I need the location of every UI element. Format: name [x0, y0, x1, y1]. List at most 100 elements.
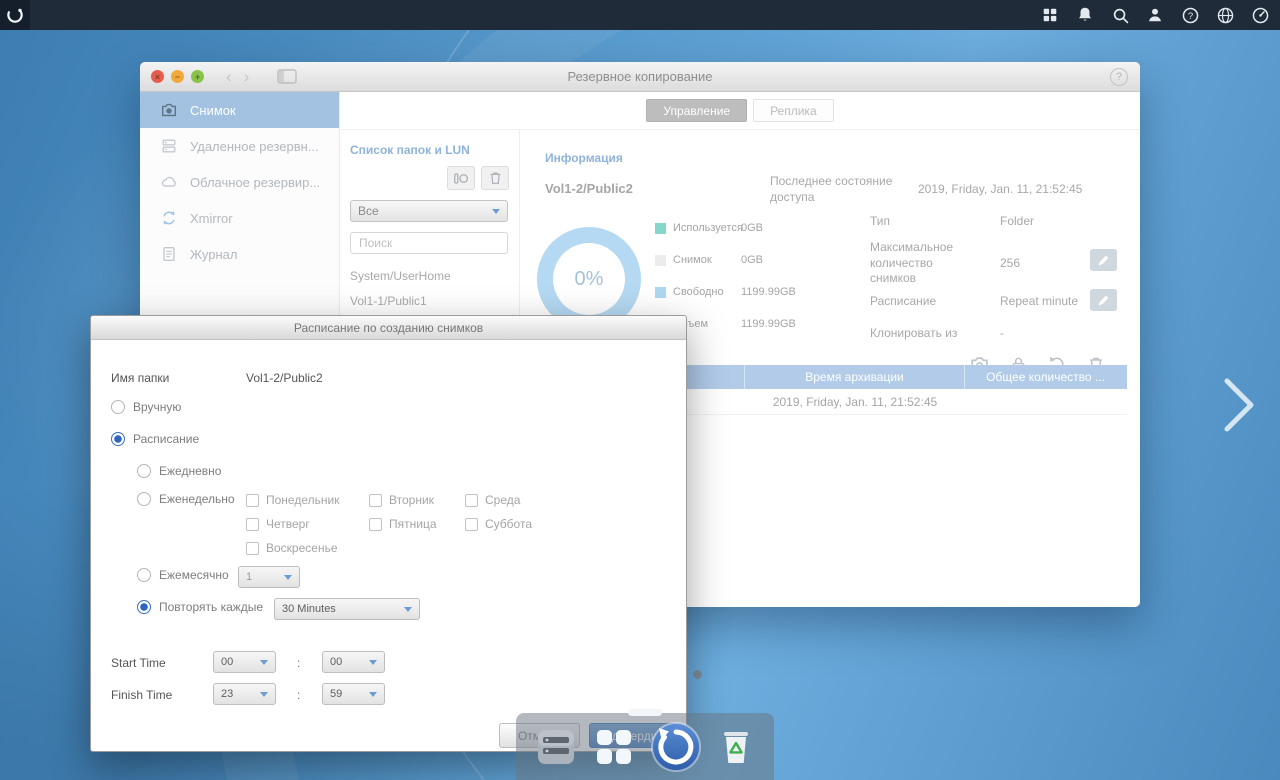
back-button[interactable]: ‹	[226, 68, 232, 85]
pencil-icon	[1098, 255, 1109, 265]
finish-time-label: Finish Time	[111, 688, 173, 702]
dialog-titlebar[interactable]: Расписание по созданию снимков	[91, 316, 686, 340]
trash-icon	[490, 172, 500, 184]
checkbox-monday[interactable]: Понедельник	[246, 493, 339, 507]
legend-swatch	[655, 254, 666, 266]
search-icon[interactable]	[1110, 5, 1130, 25]
radio-monthly[interactable]: Ежемесячно	[137, 568, 229, 582]
folder-filter-select[interactable]: Все	[350, 200, 508, 222]
sidebar-item-journal[interactable]: Журнал	[140, 236, 339, 272]
pencil-icon	[1098, 295, 1109, 305]
start-time-label: Start Time	[111, 656, 166, 670]
window-help-button[interactable]: ?	[1110, 67, 1128, 86]
time-separator: :	[297, 688, 301, 702]
sync-arrows-icon	[163, 211, 175, 225]
sidebar-item-label: Журнал	[190, 246, 238, 262]
radio-daily[interactable]: Ежедневно	[137, 464, 221, 478]
radio-weekly[interactable]: Еженедельно	[137, 492, 235, 506]
app-drawer-icon[interactable]	[592, 725, 636, 769]
minimize-button[interactable]: −	[171, 70, 184, 83]
chevron-down-icon	[404, 606, 412, 612]
radio-icon	[137, 600, 151, 614]
monthly-day-select[interactable]: 1	[238, 566, 300, 588]
close-button[interactable]: ×	[151, 70, 164, 83]
sidebar-item-remote-backup[interactable]: Удаленное резервн...	[140, 128, 339, 164]
camera-icon	[162, 103, 176, 117]
checkbox-tuesday[interactable]: Вторник	[369, 493, 434, 507]
user-icon[interactable]	[1145, 5, 1165, 25]
help-icon[interactable]: ?	[1180, 5, 1200, 25]
apps-grid-icon[interactable]	[1040, 5, 1060, 25]
donut-percent: 0%	[574, 267, 604, 290]
legend-row: Свободно 1199.99GB	[655, 286, 796, 298]
column-header[interactable]: Общее количество ...	[965, 365, 1126, 389]
language-globe-icon[interactable]	[1215, 5, 1235, 25]
folder-list-item[interactable]: System/UserHome	[340, 264, 519, 288]
radio-repeat-every[interactable]: Повторять каждые	[137, 600, 263, 614]
checkbox-icon	[369, 517, 382, 531]
tab-replica[interactable]: Реплика	[753, 99, 834, 122]
legend-swatch	[655, 222, 666, 234]
legend-swatch	[655, 286, 666, 298]
sidebar-item-cloud-backup[interactable]: Облачное резервир...	[140, 164, 339, 200]
resource-monitor-icon[interactable]	[1250, 5, 1270, 25]
delete-folder-button[interactable]	[481, 166, 509, 190]
start-hour-select[interactable]: 00	[213, 651, 276, 673]
checkbox-icon	[465, 493, 478, 507]
repeat-interval-select[interactable]: 30 Minutes	[274, 598, 420, 620]
finish-hour-select[interactable]: 23	[213, 683, 276, 705]
detail-value: Repeat minute	[1000, 294, 1079, 308]
finish-minute-select[interactable]: 59	[322, 683, 385, 705]
radio-icon	[111, 400, 125, 414]
checkbox-thursday[interactable]: Четверг	[246, 517, 310, 531]
nas-storage-icon[interactable]	[534, 725, 578, 769]
checkbox-friday[interactable]: Пятница	[369, 517, 437, 531]
brand-logo-icon	[7, 7, 23, 23]
desktop-next-page-arrow[interactable]	[1222, 376, 1258, 439]
radio-icon	[137, 492, 151, 506]
lun-button[interactable]	[447, 166, 475, 190]
time-separator: :	[297, 656, 301, 670]
dock	[516, 709, 774, 780]
radio-icon	[137, 568, 151, 582]
tab-management[interactable]: Управление	[646, 99, 748, 122]
folder-search-input[interactable]	[350, 232, 508, 254]
edit-max-snapshots-button[interactable]	[1090, 249, 1117, 271]
checkbox-wednesday[interactable]: Среда	[465, 493, 520, 507]
journal-icon	[163, 247, 175, 261]
edit-schedule-button[interactable]	[1090, 289, 1117, 311]
radio-icon	[111, 432, 125, 446]
maximize-button[interactable]: +	[191, 70, 204, 83]
radio-schedule[interactable]: Расписание	[111, 432, 199, 446]
checkbox-icon	[369, 493, 382, 507]
system-topbar: ?	[0, 0, 1280, 30]
snapshot-schedule-dialog: Расписание по созданию снимков Имя папки…	[90, 315, 687, 752]
forward-button[interactable]: ›	[244, 68, 250, 85]
window-titlebar[interactable]: × − + ‹ › Резервное копирование ?	[140, 62, 1140, 92]
column-header[interactable]: Время архивации	[745, 365, 965, 389]
cloud-icon	[161, 176, 176, 187]
backup-restore-icon[interactable]	[650, 721, 702, 773]
server-icon	[162, 139, 176, 153]
sidebar-item-snapshot[interactable]: Снимок	[140, 92, 339, 128]
checkbox-saturday[interactable]: Суббота	[465, 517, 532, 531]
brand-logo	[0, 0, 30, 30]
detail-label: Тип	[870, 214, 891, 228]
recycle-bin-icon[interactable]	[716, 725, 756, 769]
folder-list-item[interactable]: Vol1-1/Public1	[340, 289, 519, 313]
checkbox-sunday[interactable]: Воскресенье	[246, 541, 338, 555]
sidebar-toggle-icon[interactable]	[277, 69, 298, 84]
start-minute-select[interactable]: 00	[322, 651, 385, 673]
desktop-pager-dot[interactable]	[693, 670, 702, 679]
sidebar-item-xmirror[interactable]: Xmirror	[140, 200, 339, 236]
radio-manual[interactable]: Вручную	[111, 400, 181, 414]
volume-name: Vol1-2/Public2	[545, 181, 633, 196]
legend-row: Снимок 0GB	[655, 254, 763, 266]
notifications-icon[interactable]	[1075, 5, 1095, 25]
folder-name-value: Vol1-2/Public2	[246, 371, 323, 385]
chevron-down-icon	[260, 691, 268, 697]
folder-panel-title: Список папок и LUN	[350, 143, 470, 157]
sidebar-item-label: Xmirror	[190, 210, 233, 226]
chevron-down-icon	[369, 691, 377, 697]
dock-handle[interactable]	[628, 709, 662, 716]
